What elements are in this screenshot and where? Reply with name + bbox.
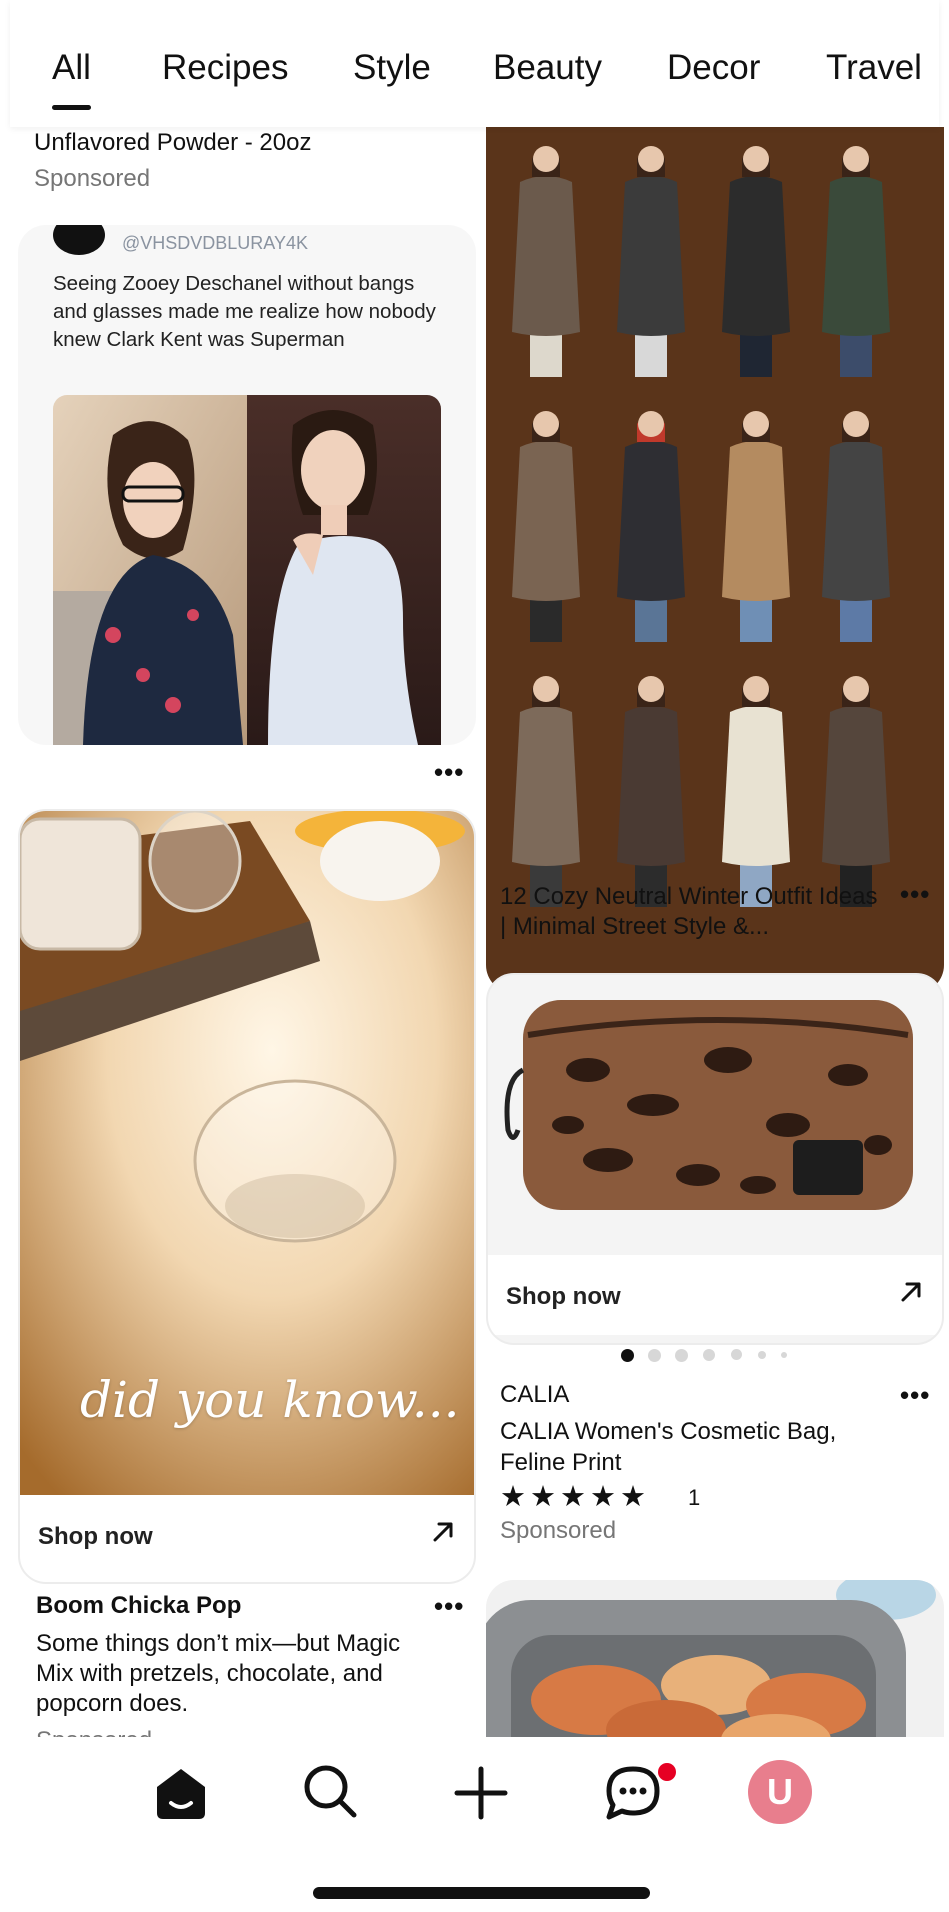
outfit-figure [722, 676, 790, 907]
home-indicator [313, 1887, 650, 1899]
pin-title[interactable]: 12 Cozy Neutral Winter Outfit Ideas | Mi… [500, 882, 880, 942]
carousel-dot [675, 1349, 688, 1362]
tab-decor[interactable]: Decor [667, 48, 760, 88]
more-options-icon[interactable]: ••• [434, 1591, 464, 1622]
carousel-dot [781, 1352, 787, 1358]
outfit-figure [512, 146, 580, 377]
carousel-dot [758, 1351, 766, 1359]
outfit-collage [512, 146, 890, 907]
tweet-pin[interactable]: @VHSDVDBLURAY4K Seeing Zooey Deschanel w… [18, 225, 476, 745]
tab-recipes[interactable]: Recipes [162, 48, 288, 88]
left-column: Unflavored Powder - 20oz Sponsored @VHSD… [18, 127, 476, 1737]
home-icon[interactable] [153, 1765, 209, 1821]
more-options-icon[interactable]: ••• [900, 1380, 930, 1411]
arrow-up-right-icon [433, 1522, 453, 1542]
tweet-text: Seeing Zooey Deschanel without bangs and… [53, 272, 436, 351]
tab-beauty[interactable]: Beauty [493, 48, 602, 88]
outfit-figure [617, 676, 685, 907]
tab-all[interactable]: All [52, 48, 91, 110]
pin-title[interactable]: Unflavored Powder - 20oz [34, 129, 311, 157]
notification-badge [658, 1763, 676, 1781]
rating-stars: ★★★★★ [500, 1481, 650, 1513]
outfit-figure [822, 411, 890, 642]
tab-style[interactable]: Style [353, 48, 431, 88]
outfit-figure [512, 676, 580, 907]
bottom-nav [0, 1737, 949, 1912]
search-icon[interactable] [302, 1763, 358, 1819]
review-count: 1 [688, 1485, 701, 1510]
product-pin-card[interactable]: Shop now [486, 973, 944, 1345]
pin-overlay-text: did you know... [80, 1371, 460, 1429]
right-column: 12 Cozy Neutral Winter Outfit Ideas | Mi… [486, 127, 944, 1737]
shop-now-label: Shop now [506, 1283, 621, 1310]
pin-brand[interactable]: Boom Chicka Pop [36, 1592, 241, 1620]
outfit-figure [722, 411, 790, 642]
outfit-figure [512, 411, 580, 642]
tweet-photo [53, 395, 441, 745]
food-pin-image[interactable] [486, 1580, 944, 1737]
pin-image: did you know... [20, 811, 474, 1495]
outfit-figure [822, 676, 890, 907]
arrow-up-right-icon [901, 1282, 921, 1302]
shop-now-label: Shop now [38, 1523, 153, 1550]
outfit-figure [722, 146, 790, 377]
sponsored-label: Sponsored [500, 1517, 617, 1544]
more-options-icon[interactable]: ••• [900, 879, 930, 910]
shop-now-button[interactable]: Shop now [20, 1495, 474, 1575]
shop-now-button[interactable]: Shop now [488, 1255, 942, 1335]
profile-avatar[interactable]: U [748, 1760, 812, 1824]
carousel-dot [648, 1349, 661, 1362]
more-options-icon[interactable]: ••• [434, 757, 464, 788]
carousel-dot-active [621, 1349, 634, 1362]
pin-brand[interactable]: CALIA [500, 1381, 569, 1409]
tweet-avatar [53, 225, 105, 255]
outfit-figure [617, 411, 685, 642]
carousel-dot [731, 1349, 742, 1360]
tab-travel[interactable]: Travel [826, 48, 922, 88]
pin-description: Some things don’t mix—but Magic Mix with… [36, 1630, 401, 1717]
tweet-handle: @VHSDVDBLURAY4K [122, 233, 308, 253]
sponsored-label: Sponsored [36, 1727, 152, 1737]
messages-icon[interactable] [603, 1763, 663, 1823]
outfit-pin-image[interactable] [486, 127, 944, 993]
outfit-figure [617, 146, 685, 377]
sponsored-label: Sponsored [34, 165, 151, 192]
outfit-figure [822, 146, 890, 377]
plus-icon[interactable] [453, 1765, 509, 1821]
promoted-pin-card[interactable]: did you know... Shop now [18, 809, 476, 1584]
cosmetic-bag-image [504, 1000, 913, 1210]
pin-title: CALIA Women's Cosmetic Bag, Feline Print [500, 1418, 837, 1476]
carousel-dot [703, 1349, 715, 1361]
category-tabs: All Recipes Style Beauty Decor Travel [10, 0, 939, 127]
